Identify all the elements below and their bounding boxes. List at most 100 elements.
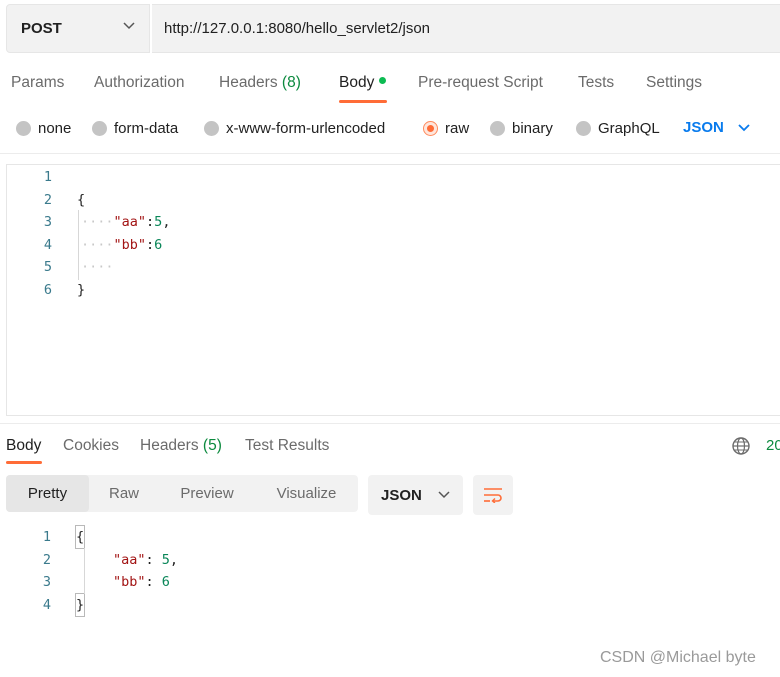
tab-body[interactable]: Body [339,74,387,92]
resp-tab-body[interactable]: Body [6,437,41,455]
globe-icon[interactable] [731,436,751,456]
line-number: 1 [43,169,52,185]
tab-params[interactable]: Params [11,74,64,92]
resp-tab-test-results[interactable]: Test Results [245,437,329,455]
radio-binary-circle [490,121,505,136]
response-format-dropdown[interactable]: JSON [368,475,463,515]
json-value: 6 [154,237,163,253]
chevron-down-icon [438,491,450,499]
tab-tests[interactable]: Tests [578,74,614,92]
radio-raw-label: raw [445,120,470,137]
line-number: 4 [42,597,51,613]
line-number: 4 [43,237,52,253]
indent-guide [78,210,79,280]
tab-params-label: Params [11,74,65,91]
tab-pre-request-label: Pre-request Script [418,74,543,91]
radio-binary-label: binary [512,120,553,137]
headers-count-badge: (8) [281,74,301,91]
divider [0,423,780,424]
line-number: 1 [42,529,51,545]
tab-headers[interactable]: Headers (8) [219,74,301,92]
resp-tab-cookies[interactable]: Cookies [63,437,119,455]
resp-tab-cookies-label: Cookies [63,437,119,454]
radio-urlencoded[interactable]: x-www-form-urlencoded [204,120,385,137]
indent-whitespace: ···· [81,214,114,230]
view-preview-button[interactable]: Preview [159,475,255,512]
request-url-bar: POST http://127.0.0.1:8080/hello_servlet… [6,4,780,53]
radio-urlencoded-circle [204,121,219,136]
url-text: http://127.0.0.1:8080/hello_servlet2/jso… [164,20,431,37]
view-visualize-button[interactable]: Visualize [255,475,358,512]
tab-authorization-label: Authorization [94,74,185,91]
body-active-dot-icon [379,77,387,85]
close-brace: } [74,593,86,617]
radio-form-data[interactable]: form-data [92,120,178,137]
indent-guide [84,548,85,594]
view-raw-button[interactable]: Raw [89,475,159,512]
chevron-down-icon [738,123,750,131]
resp-tab-body-label: Body [6,437,42,454]
body-format-label: JSON [683,119,724,136]
radio-form-data-circle [92,121,107,136]
tab-body-label: Body [339,74,375,91]
radio-none-circle [16,121,31,136]
indent-whitespace: ···· [81,259,114,275]
response-tabs: Body Cookies Headers (5) Test Results 20 [0,428,780,468]
line-number: 5 [43,259,52,275]
watermark: CSDN @Michael byte [600,649,756,666]
resp-headers-count-badge: (5) [202,437,222,454]
wrap-lines-icon [484,488,502,503]
indent-whitespace: ···· [81,237,114,253]
colon: : [145,574,162,590]
radio-binary[interactable]: binary [490,120,553,137]
line-number: 3 [42,574,51,590]
response-view-toggle: Pretty Raw Preview Visualize [6,475,358,512]
tab-settings-label: Settings [646,74,703,91]
response-status: 20 [766,437,780,454]
active-tab-underline [339,100,387,103]
method-label: POST [21,20,62,37]
tab-authorization[interactable]: Authorization [94,74,184,92]
divider [0,153,780,154]
url-input[interactable]: http://127.0.0.1:8080/hello_servlet2/jso… [152,4,780,53]
radio-form-data-label: form-data [114,120,179,137]
response-body-viewer: 1 { 2 "aa": 5, 3 "bb": 6 4} [6,525,706,626]
tab-pre-request-script[interactable]: Pre-request Script [418,74,543,92]
response-format-label: JSON [381,486,422,504]
resp-tab-headers[interactable]: Headers (5) [140,437,222,455]
comma: , [169,552,179,568]
close-brace: } [77,282,86,298]
comma: , [162,214,171,230]
chevron-down-icon [123,22,135,30]
radio-urlencoded-label: x-www-form-urlencoded [226,120,386,137]
open-brace: { [74,525,86,549]
tab-settings[interactable]: Settings [646,74,702,92]
tab-headers-label: Headers [219,74,278,91]
open-brace: { [77,192,86,208]
request-body-editor[interactable]: 1 2{ 3 ····"aa":5, 4 ····"bb":6 5 ···· 6} [6,164,780,416]
colon: : [146,214,155,230]
line-number: 2 [42,552,51,568]
radio-graphql[interactable]: GraphQL [576,120,660,137]
line-number: 6 [43,282,52,298]
json-key: "aa" [113,552,146,568]
method-select[interactable]: POST [6,4,150,53]
json-key: "aa" [113,214,147,230]
view-pretty-button[interactable]: Pretty [6,475,89,512]
body-format-dropdown[interactable]: JSON [683,119,750,136]
json-key: "bb" [113,574,146,590]
radio-raw[interactable]: raw [423,120,469,137]
colon: : [145,552,162,568]
active-resp-tab-underline [6,461,42,464]
radio-none[interactable]: none [16,120,71,137]
radio-none-label: none [38,120,72,137]
radio-raw-circle [423,121,438,136]
json-value: 5 [161,552,170,568]
resp-tab-test-results-label: Test Results [245,437,330,454]
tab-tests-label: Tests [578,74,615,91]
json-value: 6 [161,574,170,590]
line-number: 3 [43,214,52,230]
json-key: "bb" [113,237,147,253]
resp-tab-headers-label: Headers [140,437,199,454]
wrap-lines-button[interactable] [473,475,513,515]
